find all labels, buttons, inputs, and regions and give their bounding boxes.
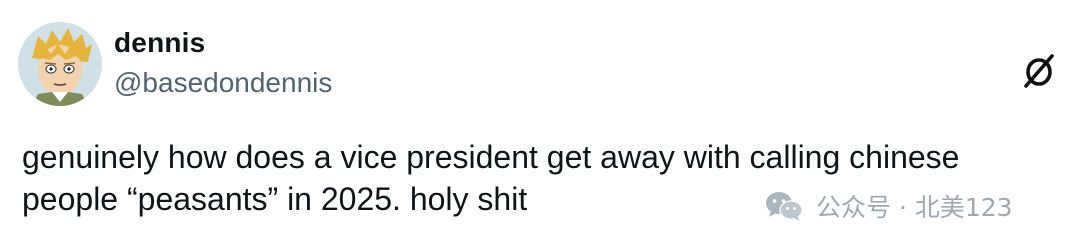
author-display-name[interactable]: dennis bbox=[114, 27, 205, 59]
avatar-cartoon-face-icon bbox=[18, 22, 102, 106]
watermark: 公众号 · 北美123 bbox=[764, 186, 1013, 226]
avatar[interactable] bbox=[18, 22, 102, 106]
author-handle[interactable]: @basedondennis bbox=[114, 67, 332, 99]
tweet-card: dennis @basedondennis genuinely how does… bbox=[0, 0, 1080, 248]
slashed-circle-logo-icon[interactable] bbox=[1018, 50, 1060, 92]
watermark-text: 公众号 · 北美123 bbox=[816, 193, 1013, 222]
wechat-icon bbox=[764, 189, 804, 223]
tweet-text-line: genuinely how does a vice president get … bbox=[22, 139, 960, 175]
